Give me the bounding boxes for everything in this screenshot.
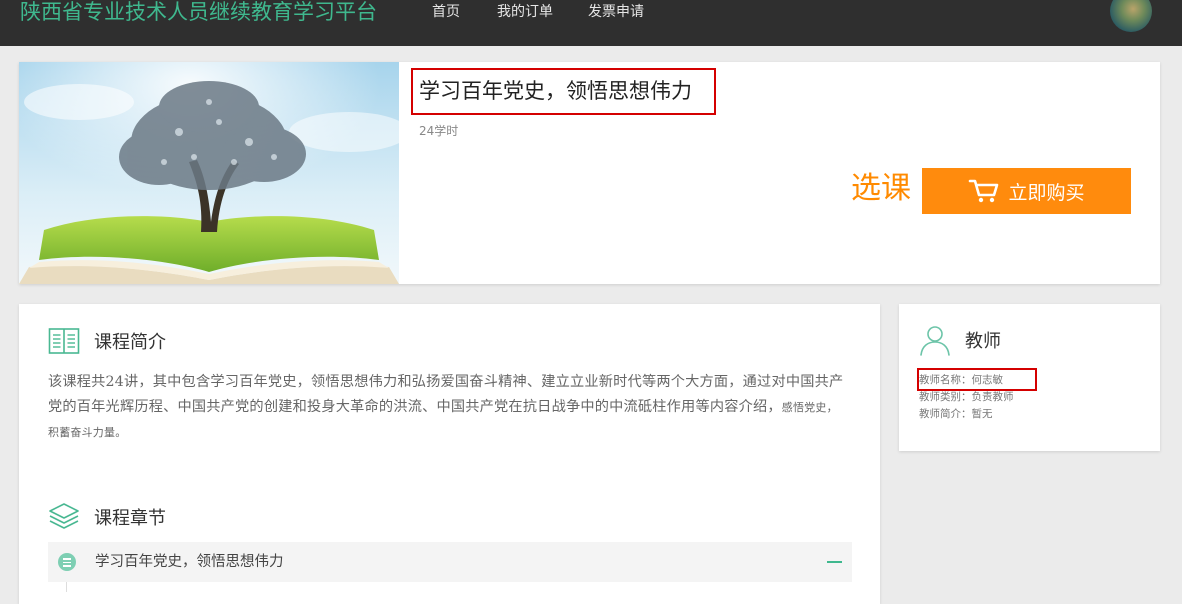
- course-title: 学习百年党史，领悟思想伟力: [411, 68, 716, 115]
- book-icon: [48, 328, 80, 354]
- intro-heading: 课程简介: [48, 326, 166, 356]
- top-navbar: 陕西省专业技术人员继续教育学习平台 首页 我的订单 发票申请: [0, 0, 1182, 46]
- collapse-icon[interactable]: [827, 561, 842, 563]
- chapter-title: 学习百年党史，领悟思想伟力: [95, 554, 284, 570]
- avatar[interactable]: [1110, 0, 1152, 32]
- nav-my-orders[interactable]: 我的订单: [497, 0, 553, 24]
- course-hours: 24学时: [419, 124, 459, 138]
- list-bullet-icon: [58, 553, 76, 571]
- chapters-heading: 课程章节: [48, 502, 166, 532]
- nav-home[interactable]: 首页: [432, 0, 460, 24]
- teacher-heading: 教师: [919, 324, 1001, 356]
- buy-now-label: 立即购买: [1008, 181, 1085, 204]
- tree-book-illustration: [19, 62, 399, 284]
- teacher-bio: 教师简介：暂无: [919, 408, 993, 420]
- chapters-heading-label: 课程章节: [94, 508, 166, 529]
- site-title[interactable]: 陕西省专业技术人员继续教育学习平台: [20, 0, 377, 24]
- layers-icon: [49, 503, 79, 529]
- teacher-heading-label: 教师: [965, 331, 1001, 352]
- teacher-name-highlight-box: [917, 368, 1037, 391]
- select-course-label[interactable]: 选课: [851, 169, 911, 209]
- chapter-timeline-line: [66, 582, 67, 592]
- nav-invoice-request[interactable]: 发票申请: [588, 0, 644, 24]
- intro-heading-label: 课程简介: [94, 332, 166, 353]
- intro-text-main: 该课程共24讲，其中包含学习百年党史，领悟思想伟力和弘扬爱国奋斗精神、建立立业新…: [48, 374, 844, 415]
- buy-now-button[interactable]: 立即购买: [922, 168, 1131, 214]
- cart-icon: [969, 179, 999, 203]
- intro-text: 该课程共24讲，其中包含学习百年党史，领悟思想伟力和弘扬爱国奋斗精神、建立立业新…: [48, 370, 848, 445]
- course-cover-image: [19, 62, 399, 284]
- teacher-type: 教师类别：负责教师: [919, 391, 1014, 403]
- chapter-row[interactable]: 学习百年党史，领悟思想伟力: [48, 542, 852, 582]
- user-icon: [920, 326, 950, 356]
